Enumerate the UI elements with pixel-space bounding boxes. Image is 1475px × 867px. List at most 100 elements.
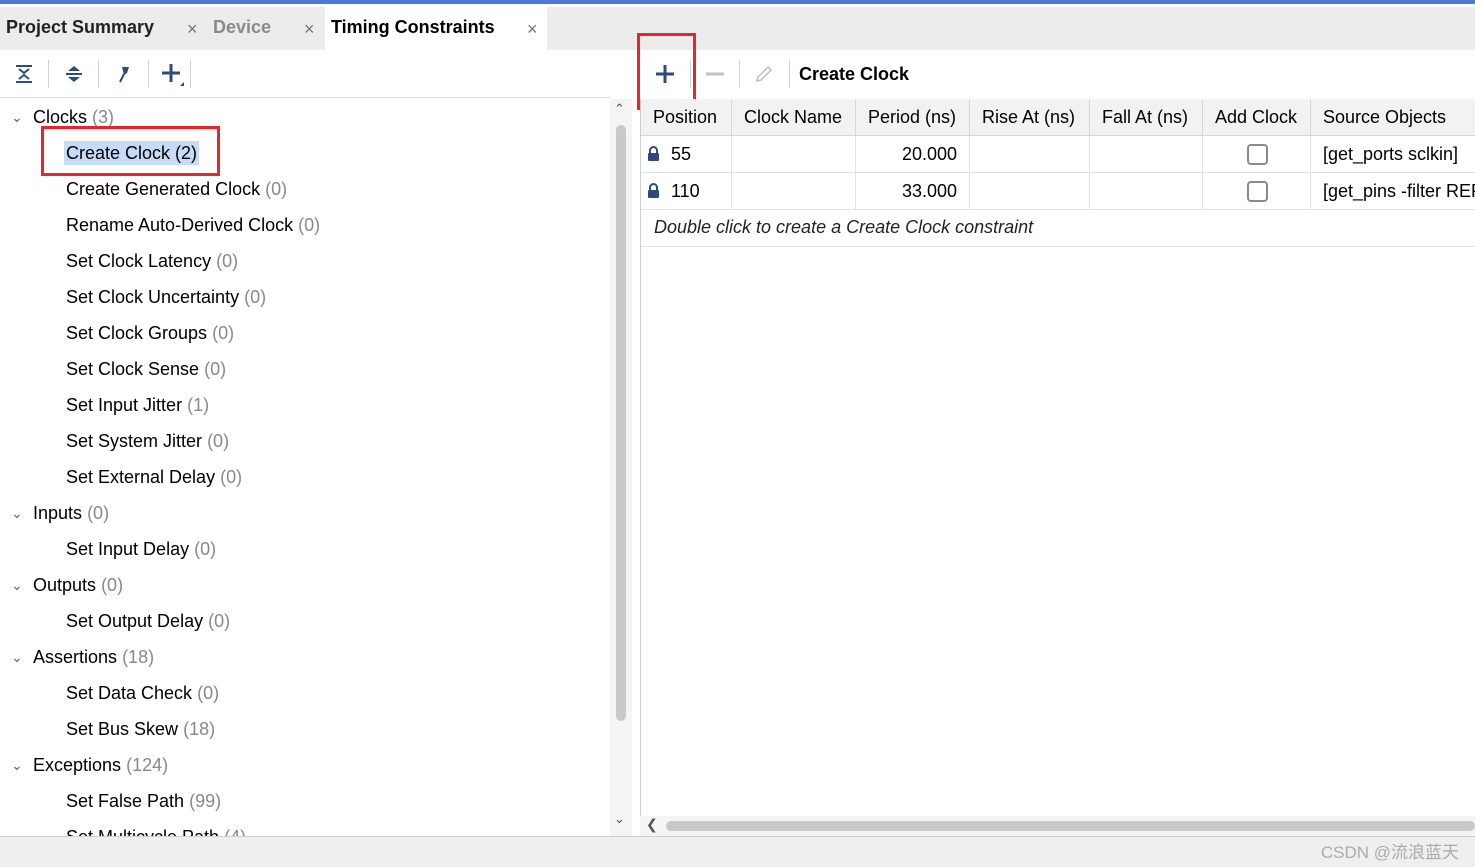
item-label: Set Multicycle Path — [66, 827, 219, 836]
add-clock-checkbox[interactable] — [1247, 181, 1268, 202]
column-header-period[interactable]: Period (ns) — [856, 99, 970, 136]
item-label: Create Generated Clock — [66, 179, 261, 199]
item-label: Set Clock Sense — [66, 359, 200, 379]
tree-item-create-generated-clock[interactable]: Create Generated Clock (0) — [66, 171, 287, 207]
item-count: (99) — [189, 791, 222, 811]
cell-period[interactable]: 20.000 — [856, 136, 970, 173]
tree-item-set-bus-skew[interactable]: Set Bus Skew (18) — [66, 711, 215, 747]
cell-clock-name[interactable] — [732, 173, 856, 210]
tree-group-assertions[interactable]: ⌄ Assertions (18) — [11, 639, 154, 675]
column-header-add-clock[interactable]: Add Clock — [1203, 99, 1311, 136]
tree-group-outputs[interactable]: ⌄ Outputs (0) — [11, 567, 123, 603]
tree-item-set-input-delay[interactable]: Set Input Delay (0) — [66, 531, 216, 567]
tree-item-set-multicycle-path[interactable]: Set Multicycle Path (4) — [66, 819, 246, 836]
cell-fall-at[interactable] — [1090, 136, 1203, 173]
edit-button[interactable] — [750, 60, 778, 88]
item-count: (0) — [207, 431, 230, 451]
chevron-down-icon[interactable]: ⌄ — [11, 99, 23, 135]
minus-icon — [706, 72, 724, 76]
chevron-up-icon[interactable]: ⌃ — [614, 101, 625, 117]
tree-item-set-output-delay[interactable]: Set Output Delay (0) — [66, 603, 230, 639]
remove-button[interactable] — [701, 60, 729, 88]
position-value: 55 — [671, 144, 692, 164]
panel-toolbar: Create Clock — [640, 50, 1475, 98]
add-clock-checkbox[interactable] — [1247, 144, 1268, 165]
group-label: Inputs — [33, 503, 83, 523]
constraints-tree: ⌄ Clocks (3) Create Clock (2) Create Gen… — [0, 99, 610, 836]
item-count: (0) — [212, 323, 235, 343]
item-label: Rename Auto-Derived Clock — [66, 215, 294, 235]
group-label: Assertions — [33, 647, 118, 667]
tree-item-set-input-jitter[interactable]: Set Input Jitter (1) — [66, 387, 209, 423]
item-count: (0) — [204, 359, 227, 379]
close-icon[interactable]: × — [527, 19, 538, 40]
column-header-source-objects[interactable]: Source Objects — [1311, 99, 1475, 136]
expand-all-button[interactable] — [60, 60, 88, 88]
cell-add-clock — [1203, 173, 1311, 210]
chevron-down-icon[interactable]: ⌄ — [11, 567, 23, 603]
item-label: Set False Path — [66, 791, 185, 811]
tree-item-set-external-delay[interactable]: Set External Delay (0) — [66, 459, 242, 495]
tab-timing-constraints[interactable]: Timing Constraints × — [325, 7, 547, 50]
item-count: (0) — [216, 251, 239, 271]
cell-rise-at[interactable] — [970, 173, 1090, 210]
cell-period[interactable]: 33.000 — [856, 173, 970, 210]
column-header-clock-name[interactable]: Clock Name — [732, 99, 856, 136]
close-icon[interactable]: × — [187, 19, 198, 40]
lock-icon — [648, 183, 659, 198]
item-label: Set Clock Groups — [66, 323, 208, 343]
tree-item-set-clock-sense[interactable]: Set Clock Sense (0) — [66, 351, 226, 387]
toolbar-separator — [190, 60, 191, 88]
column-header-position[interactable]: Position — [641, 99, 732, 136]
column-header-fall-at[interactable]: Fall At (ns) — [1090, 99, 1203, 136]
pin-button[interactable] — [110, 60, 138, 88]
tree-group-exceptions[interactable]: ⌄ Exceptions (124) — [11, 747, 168, 783]
cell-fall-at[interactable] — [1090, 173, 1203, 210]
group-count: (3) — [92, 107, 115, 127]
chevron-down-icon[interactable]: ⌄ — [614, 811, 625, 827]
highlight-box — [41, 126, 220, 176]
add-constraint-button[interactable] — [158, 60, 186, 88]
tree-item-set-clock-latency[interactable]: Set Clock Latency (0) — [66, 243, 238, 279]
tree-toolbar — [0, 50, 610, 98]
chevron-down-icon[interactable]: ⌄ — [11, 639, 23, 675]
group-count: (0) — [87, 503, 110, 523]
chevron-down-icon[interactable]: ⌄ — [11, 747, 23, 783]
item-count: (0) — [194, 539, 217, 559]
cell-source-objects[interactable]: [get_ports sclkin] — [1311, 136, 1475, 173]
tree-item-set-clock-uncertainty[interactable]: Set Clock Uncertainty (0) — [66, 279, 266, 315]
chevron-left-icon[interactable]: ❮ — [646, 816, 658, 833]
item-label: Set Bus Skew — [66, 719, 179, 739]
toolbar-separator — [48, 60, 49, 88]
tree-item-set-false-path[interactable]: Set False Path (99) — [66, 783, 221, 819]
tree-scrollbar[interactable]: ⌃ ⌄ — [610, 99, 632, 836]
tree-item-set-data-check[interactable]: Set Data Check (0) — [66, 675, 219, 711]
item-count: (18) — [183, 719, 216, 739]
cell-source-objects[interactable]: [get_pins -filter REF — [1311, 173, 1475, 210]
table-row[interactable]: 110 33.000 [get_pins -filter REF — [641, 173, 1475, 210]
cell-rise-at[interactable] — [970, 136, 1090, 173]
item-count: (0) — [244, 287, 267, 307]
toolbar-separator — [148, 60, 149, 88]
chevron-down-icon[interactable]: ⌄ — [11, 495, 23, 531]
scrollbar-thumb[interactable] — [616, 125, 626, 721]
tree-group-inputs[interactable]: ⌄ Inputs (0) — [11, 495, 110, 531]
collapse-all-button[interactable] — [10, 60, 38, 88]
tab-device[interactable]: Device × — [207, 7, 324, 50]
table-scrollbar[interactable]: ❮ — [640, 816, 1475, 836]
item-count: (0) — [197, 683, 220, 703]
item-count: (0) — [265, 179, 288, 199]
tree-item-set-clock-groups[interactable]: Set Clock Groups (0) — [66, 315, 234, 351]
tree-item-set-system-jitter[interactable]: Set System Jitter (0) — [66, 423, 229, 459]
window-top-border — [0, 0, 1475, 7]
table-row[interactable]: 55 20.000 [get_ports sclkin] — [641, 136, 1475, 173]
tab-project-summary[interactable]: Project Summary × — [0, 7, 205, 50]
column-header-rise-at[interactable]: Rise At (ns) — [970, 99, 1090, 136]
cell-clock-name[interactable] — [732, 136, 856, 173]
scrollbar-thumb[interactable] — [666, 821, 1475, 831]
group-label: Outputs — [33, 575, 97, 595]
tree-item-rename-auto-derived-clock[interactable]: Rename Auto-Derived Clock (0) — [66, 207, 320, 243]
cell-add-clock — [1203, 136, 1311, 173]
close-icon[interactable]: × — [304, 19, 315, 40]
group-label: Clocks — [33, 107, 88, 127]
